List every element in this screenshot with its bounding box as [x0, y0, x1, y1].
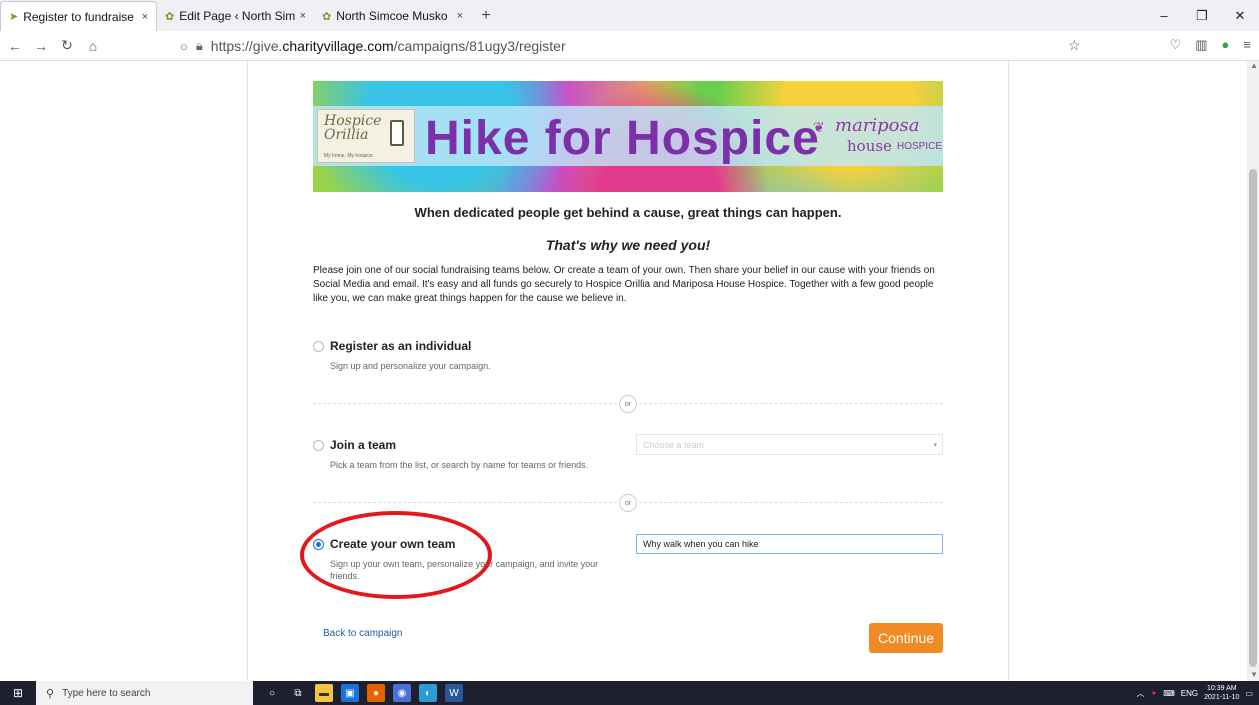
- site-favicon-icon: ✿: [165, 10, 175, 23]
- tab-north-simcoe[interactable]: ✿ North Simcoe Musko ×: [314, 1, 471, 31]
- tab-title: North Simcoe Musko: [336, 9, 448, 23]
- close-tab-icon[interactable]: ×: [142, 11, 148, 23]
- banner-title: Hike for Hospice: [425, 112, 820, 165]
- windows-taskbar: ⊞ ⚲ Type here to search ○ ⧉ ▬ ▣ ● ◉ ◐ W …: [0, 681, 1259, 705]
- logo-line-2: Orillia: [324, 127, 369, 143]
- back-to-campaign-link[interactable]: Back to campaign: [323, 628, 403, 639]
- team-select-placeholder: Choose a team: [643, 440, 705, 450]
- notifications-icon[interactable]: ▭: [1245, 689, 1253, 698]
- scrollbar-thumb[interactable]: [1249, 169, 1257, 667]
- firefox-icon[interactable]: ●: [367, 684, 385, 702]
- clock[interactable]: 10:39 AM 2021-11-10: [1204, 684, 1239, 702]
- system-tray: ︿ ✦ ⌨ ENG 10:39 AM 2021-11-10 ▭: [1137, 681, 1253, 705]
- option-description: Sign up and personalize your campaign.: [330, 361, 491, 371]
- option-label: Join a team: [330, 438, 397, 452]
- logo-hospice: HOSPICE: [897, 141, 943, 152]
- file-explorer-icon[interactable]: ▬: [315, 684, 333, 702]
- option-label: Register as an individual: [330, 339, 472, 353]
- team-select[interactable]: Choose a team ▾: [636, 434, 943, 455]
- task-view-icon[interactable]: ⧉: [289, 684, 307, 702]
- language-indicator[interactable]: ENG: [1181, 689, 1198, 698]
- jar-icon: [390, 120, 404, 146]
- tab-title: Register to fundraise: [23, 9, 134, 24]
- site-favicon-icon: ➤: [9, 11, 19, 23]
- tab-edit-page[interactable]: ✿ Edit Page ‹ North Sim ×: [157, 1, 314, 31]
- option-description: Pick a team from the list, or search by …: [330, 460, 589, 470]
- url-path: /campaigns/81ugy3/register: [393, 38, 566, 54]
- cortana-icon[interactable]: ○: [263, 684, 281, 702]
- chrome-icon[interactable]: ◉: [393, 684, 411, 702]
- lock-icon[interactable]: 🔒︎: [196, 38, 203, 54]
- taskbar-search-placeholder: Type here to search: [62, 687, 151, 699]
- menu-icon[interactable]: ≡: [1243, 37, 1251, 53]
- url-prefix: https://give.: [210, 38, 283, 54]
- page-content: Hospice Orillia My home. My hospice. Hik…: [0, 61, 1259, 681]
- taskbar-search[interactable]: ⚲ Type here to search: [36, 681, 253, 705]
- reload-icon[interactable]: ↻: [56, 37, 78, 54]
- word-icon[interactable]: W: [445, 684, 463, 702]
- bookmark-star-icon[interactable]: ☆: [1068, 37, 1081, 54]
- tab-bar: ➤ Register to fundraise × ✿ Edit Page ‹ …: [0, 0, 1259, 31]
- extension-check-icon[interactable]: ●: [1222, 37, 1230, 53]
- site-favicon-icon: ✿: [322, 10, 332, 23]
- taskbar-apps: ○ ⧉ ▬ ▣ ● ◉ ◐ W: [263, 684, 463, 702]
- store-icon[interactable]: ▣: [341, 684, 359, 702]
- mariposa-house-logo: ❦ mariposa house HOSPICE: [813, 111, 943, 163]
- clock-date: 2021-11-10: [1204, 694, 1240, 701]
- continue-button[interactable]: Continue: [869, 623, 943, 653]
- back-arrow-icon[interactable]: ←: [4, 38, 26, 54]
- tracking-shield-icon[interactable]: ○: [180, 39, 188, 54]
- close-window-icon[interactable]: ✕: [1221, 0, 1259, 31]
- scroll-up-icon[interactable]: ▲: [1250, 61, 1258, 70]
- hospice-orillia-logo: Hospice Orillia My home. My hospice.: [317, 109, 415, 163]
- edge-icon[interactable]: ◐: [419, 684, 437, 702]
- logo-text: Hospice Orillia: [324, 114, 381, 142]
- keyboard-icon[interactable]: ⌨: [1163, 689, 1175, 698]
- content-border-left: [247, 61, 248, 681]
- radio-individual[interactable]: [313, 340, 324, 352]
- option-register-individual[interactable]: Register as an individual: [313, 339, 471, 353]
- highlight-circle: [300, 511, 492, 599]
- tab-title: Edit Page ‹ North Sim: [179, 9, 296, 23]
- network-icon[interactable]: ✦: [1151, 689, 1158, 698]
- forward-arrow-icon[interactable]: →: [30, 38, 52, 54]
- start-windows-icon[interactable]: ⊞: [0, 681, 36, 705]
- close-tab-icon[interactable]: ×: [300, 10, 306, 22]
- content-border-right: [1008, 61, 1009, 681]
- library-icon[interactable]: ▥: [1195, 37, 1207, 53]
- campaign-banner: Hospice Orillia My home. My hospice. Hik…: [313, 81, 943, 192]
- tray-chevron-icon[interactable]: ︿: [1137, 688, 1145, 699]
- pocket-icon[interactable]: ♡: [1170, 37, 1182, 53]
- close-tab-icon[interactable]: ×: [457, 10, 463, 22]
- team-name-input[interactable]: Why walk when you can hike: [636, 534, 943, 554]
- option-join-team[interactable]: Join a team: [313, 438, 396, 452]
- or-separator: or: [619, 494, 637, 512]
- tab-register[interactable]: ➤ Register to fundraise ×: [0, 1, 157, 31]
- scrollbar[interactable]: ▲ ▼: [1247, 61, 1259, 681]
- window-controls: – ❐ ✕: [1145, 0, 1259, 31]
- home-icon[interactable]: ⌂: [82, 38, 104, 54]
- toolbar-icons: ♡ ▥ ● ≡: [1170, 37, 1251, 53]
- intro-paragraph: Please join one of our social fundraisin…: [313, 265, 935, 304]
- search-icon: ⚲: [46, 687, 55, 700]
- butterfly-icon: ❦: [813, 119, 825, 135]
- logo-tagline: My home. My hospice.: [324, 153, 375, 159]
- why-heading: That's why we need you!: [545, 237, 711, 253]
- logo-house: house: [847, 137, 892, 155]
- radio-join-team[interactable]: [313, 439, 324, 451]
- or-separator: or: [619, 395, 637, 413]
- scroll-down-icon[interactable]: ▼: [1250, 670, 1258, 679]
- restore-icon[interactable]: ❐: [1183, 0, 1221, 31]
- logo-name: mariposa: [835, 115, 920, 136]
- new-tab-button[interactable]: +: [471, 1, 501, 31]
- url-domain: charityvillage.com: [282, 38, 394, 54]
- address-bar[interactable]: ○ 🔒︎ https://give. charityvillage.com/cam…: [180, 33, 1090, 59]
- chevron-down-icon: ▾: [933, 442, 937, 449]
- minimize-icon[interactable]: –: [1145, 0, 1183, 31]
- clock-time: 10:39 AM: [1207, 685, 1237, 692]
- tagline: When dedicated people get behind a cause…: [414, 205, 842, 220]
- navigation-bar: ← → ↻ ⌂ ○ 🔒︎ https://give. charityvillage…: [0, 31, 1259, 61]
